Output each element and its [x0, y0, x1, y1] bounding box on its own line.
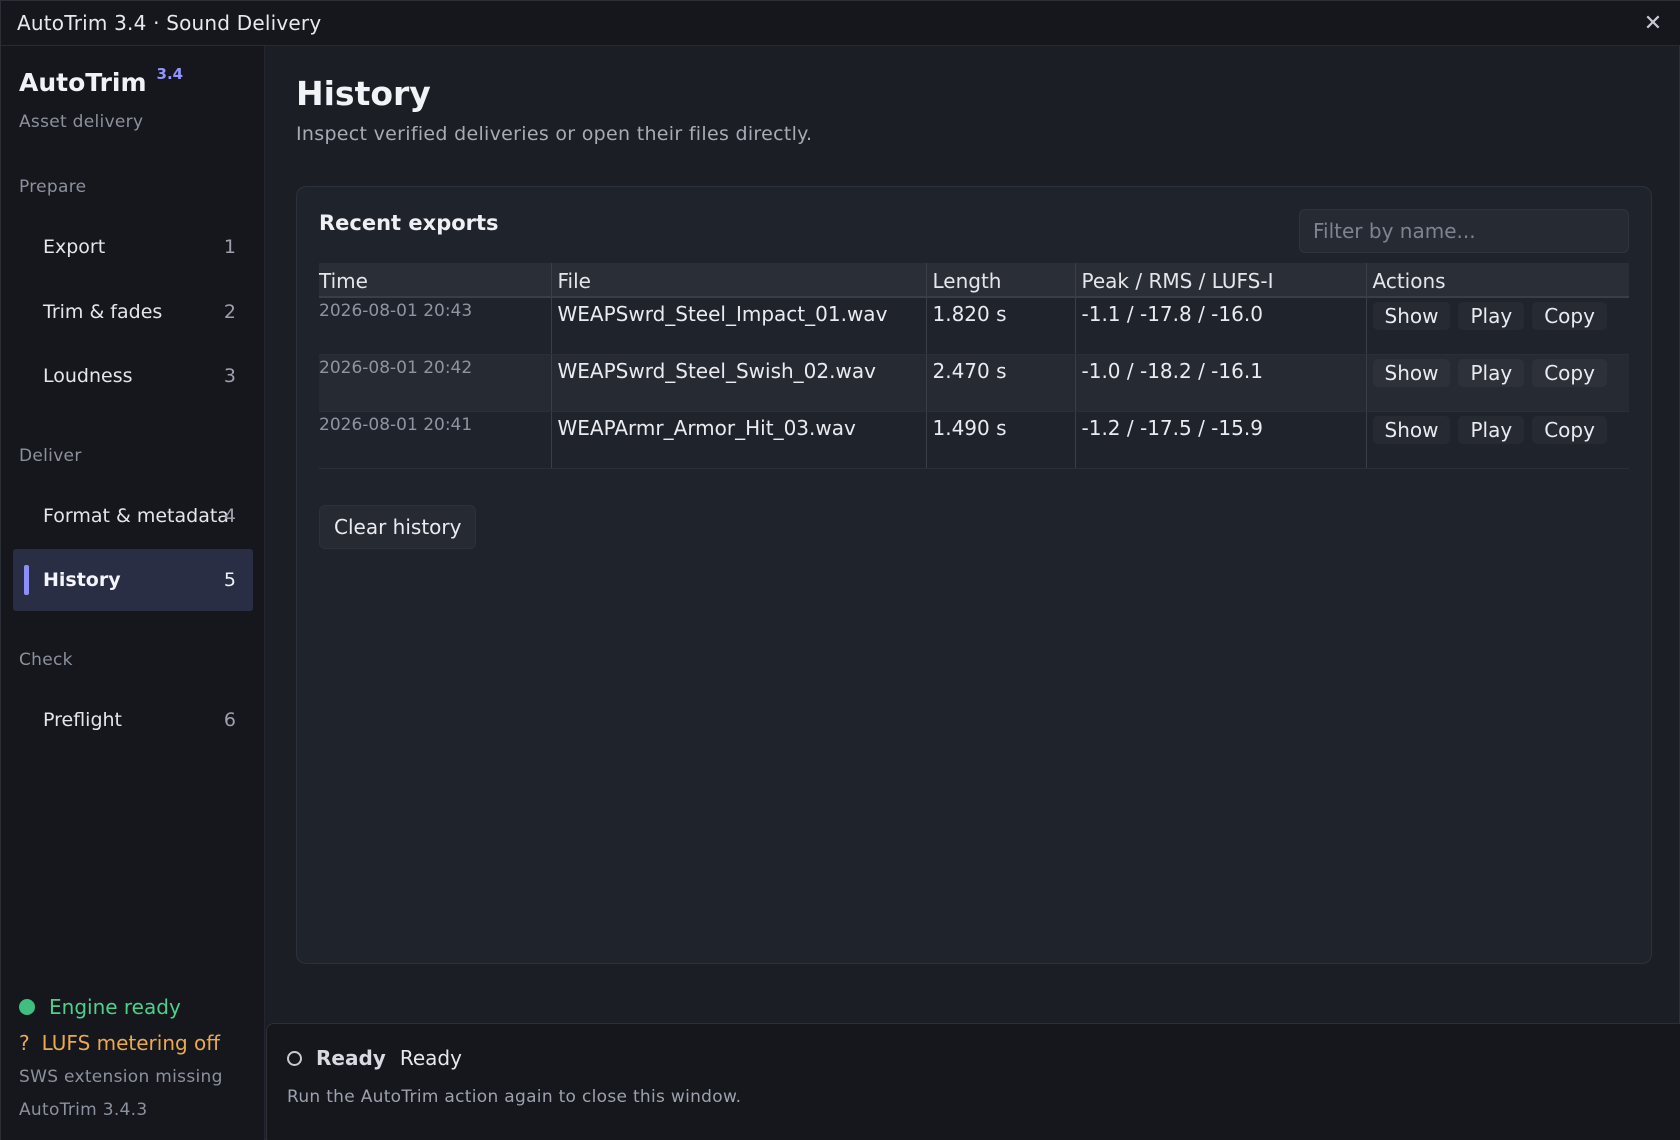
lufs-status: ? LUFS metering off	[19, 1031, 220, 1055]
sidebar-item-number: 1	[223, 236, 236, 258]
status-text: Ready	[399, 1046, 462, 1070]
copy-button[interactable]: Copy	[1532, 415, 1607, 444]
status-row: Ready Ready	[287, 1046, 462, 1070]
table-row[interactable]: 2026-08-01 20:41 WEAPArmr_Armor_Hit_03.w…	[319, 411, 1629, 469]
status-label: Ready	[316, 1046, 386, 1070]
status-dot-icon	[19, 999, 35, 1015]
warning-question-icon: ?	[19, 1031, 30, 1055]
show-button[interactable]: Show	[1372, 358, 1451, 387]
sidebar-item-label: Export	[43, 236, 106, 258]
clear-history-button[interactable]: Clear history	[319, 505, 477, 549]
cell-actions: Show Play Copy	[1365, 411, 1629, 469]
copy-button[interactable]: Copy	[1532, 358, 1607, 387]
status-hint: Run the AutoTrim action again to close t…	[287, 1087, 742, 1107]
cell-file: WEAPSwrd_Steel_Impact_01.wav	[550, 297, 926, 355]
sidebar: AutoTrim 3.4 Asset delivery Prepare Expor…	[1, 46, 265, 1140]
nav-section-check: Check	[19, 650, 73, 670]
engine-status: Engine ready	[19, 995, 181, 1019]
active-indicator	[24, 565, 29, 595]
cell-length: 1.490 s	[925, 411, 1075, 469]
brand-subtitle: Asset delivery	[19, 112, 144, 132]
filter-input[interactable]	[1299, 209, 1629, 253]
cell-actions: Show Play Copy	[1365, 354, 1629, 412]
recent-exports-card: Recent exports Time File Length Peak / R…	[296, 186, 1652, 964]
sidebar-item-format-metadata[interactable]: Format & metadata 4	[13, 485, 253, 547]
table-header-row: Time File Length Peak / RMS / LUFS-I Act…	[319, 263, 1629, 298]
cell-file: WEAPArmr_Armor_Hit_03.wav	[550, 411, 926, 469]
status-ring-icon	[287, 1050, 302, 1066]
column-header-file[interactable]: File	[550, 263, 926, 298]
brand: AutoTrim 3.4	[19, 65, 184, 97]
close-icon[interactable]: ✕	[1639, 9, 1667, 37]
cell-length: 1.820 s	[925, 297, 1075, 355]
cell-levels: -1.1 / -17.8 / -16.0	[1074, 297, 1366, 355]
sidebar-item-trim-fades[interactable]: Trim & fades 2	[13, 281, 253, 343]
brand-name: AutoTrim	[19, 68, 147, 97]
sidebar-item-label: Format & metadata	[43, 505, 229, 527]
page-subtitle: Inspect verified deliveries or open thei…	[296, 123, 813, 145]
window-title: AutoTrim 3.4 · Sound Delivery	[17, 11, 322, 35]
cell-levels: -1.0 / -18.2 / -16.1	[1074, 354, 1366, 412]
show-button[interactable]: Show	[1372, 302, 1451, 330]
cell-time: 2026-08-01 20:42	[319, 354, 551, 412]
sidebar-item-number: 2	[223, 301, 236, 323]
column-header-time[interactable]: Time	[319, 263, 551, 298]
history-table: Time File Length Peak / RMS / LUFS-I Act…	[319, 263, 1629, 469]
sidebar-item-number: 5	[223, 569, 236, 591]
nav-section-prepare: Prepare	[19, 177, 87, 197]
sidebar-item-label: Loudness	[43, 365, 133, 387]
brand-version: 3.4	[156, 65, 184, 83]
play-button[interactable]: Play	[1458, 358, 1525, 387]
cell-file: WEAPSwrd_Steel_Swish_02.wav	[550, 354, 926, 412]
sidebar-item-history[interactable]: History 5	[13, 549, 253, 611]
page-title: History	[296, 74, 431, 113]
table-row[interactable]: 2026-08-01 20:42 WEAPSwrd_Steel_Swish_02…	[319, 354, 1629, 412]
cell-length: 2.470 s	[925, 354, 1075, 412]
status-bar: Ready Ready Run the AutoTrim action agai…	[266, 1023, 1680, 1140]
title-bar: AutoTrim 3.4 · Sound Delivery ✕	[1, 1, 1680, 46]
sidebar-item-number: 6	[223, 709, 236, 731]
sidebar-item-label: Trim & fades	[43, 301, 163, 323]
cell-time: 2026-08-01 20:43	[319, 297, 551, 355]
play-button[interactable]: Play	[1458, 415, 1525, 444]
column-header-actions: Actions	[1365, 263, 1629, 298]
nav-section-deliver: Deliver	[19, 446, 82, 466]
column-header-length[interactable]: Length	[925, 263, 1075, 298]
sidebar-item-number: 3	[223, 365, 236, 387]
app-version: AutoTrim 3.4.3	[19, 1100, 148, 1120]
cell-actions: Show Play Copy	[1365, 297, 1629, 355]
card-title: Recent exports	[319, 211, 499, 235]
engine-status-text: Engine ready	[49, 995, 181, 1019]
lufs-status-text: LUFS metering off	[41, 1031, 221, 1055]
column-header-levels[interactable]: Peak / RMS / LUFS-I	[1074, 263, 1366, 298]
show-button[interactable]: Show	[1372, 415, 1451, 444]
copy-button[interactable]: Copy	[1532, 302, 1607, 330]
sws-status: SWS extension missing	[19, 1067, 223, 1087]
sidebar-item-export[interactable]: Export 1	[13, 216, 253, 278]
table-row[interactable]: 2026-08-01 20:43 WEAPSwrd_Steel_Impact_0…	[319, 297, 1629, 355]
main-content: History Inspect verified deliveries or o…	[266, 46, 1680, 1016]
cell-time: 2026-08-01 20:41	[319, 411, 551, 469]
play-button[interactable]: Play	[1458, 302, 1525, 330]
sidebar-item-label: History	[43, 569, 121, 591]
sidebar-item-loudness[interactable]: Loudness 3	[13, 345, 253, 407]
sidebar-item-preflight[interactable]: Preflight 6	[13, 689, 253, 751]
app-window: AutoTrim 3.4 · Sound Delivery ✕ AutoTrim…	[0, 0, 1680, 1140]
sidebar-item-number: 4	[223, 505, 236, 527]
sidebar-item-label: Preflight	[43, 709, 123, 731]
cell-levels: -1.2 / -17.5 / -15.9	[1074, 411, 1366, 469]
